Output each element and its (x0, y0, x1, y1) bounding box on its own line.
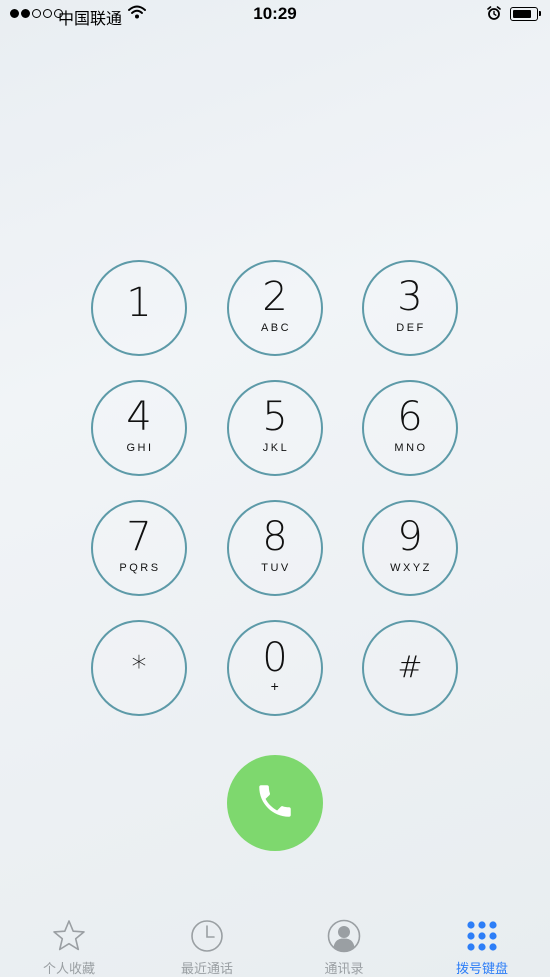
keypad-icon (464, 916, 500, 955)
tab-label: 最近通话 (180, 961, 233, 976)
key-digit: 1 (126, 279, 152, 326)
key-digit: 6 (397, 393, 423, 440)
tab-keypad[interactable]: 拨号键盘 (427, 912, 537, 977)
key-0[interactable]: 0 + (227, 620, 323, 716)
star-icon (51, 916, 87, 955)
tab-bar: 个人收藏 最近通话 通讯录 拨号键盘 (0, 912, 550, 977)
battery-level-fill (513, 10, 531, 18)
key-letters: + (270, 678, 282, 694)
key-4[interactable]: 4 GHI (91, 380, 187, 476)
battery-icon (510, 7, 541, 21)
key-letters: WXYZ (390, 561, 432, 574)
call-button[interactable] (227, 755, 323, 851)
contacts-icon (326, 916, 362, 955)
phone-handset-icon (254, 780, 296, 827)
key-letters: MNO (394, 441, 428, 454)
clock-icon (189, 916, 225, 955)
tab-label: 个人收藏 (42, 961, 95, 976)
key-digit: # (397, 650, 423, 685)
key-digit: 7 (126, 513, 152, 560)
tab-favorites[interactable]: 个人收藏 (14, 912, 124, 977)
tab-recents[interactable]: 最近通话 (152, 912, 262, 977)
key-digit: 2 (262, 273, 288, 320)
key-digit: 3 (397, 273, 423, 320)
key-digit: 5 (262, 393, 288, 440)
key-9[interactable]: 9 WXYZ (362, 500, 458, 596)
key-digit: 9 (397, 513, 423, 560)
key-2[interactable]: 2 ABC (227, 260, 323, 356)
key-star[interactable]: * (91, 620, 187, 716)
key-7[interactable]: 7 PQRS (91, 500, 187, 596)
key-digit: 4 (126, 393, 152, 440)
status-bar: 中国联通 10:29 (0, 0, 550, 30)
key-8[interactable]: 8 TUV (227, 500, 323, 596)
key-1[interactable]: 1 (91, 260, 187, 356)
key-digit: 0 (262, 635, 288, 681)
alarm-clock-icon (487, 6, 501, 26)
key-6[interactable]: 6 MNO (362, 380, 458, 476)
tab-label: 拨号键盘 (455, 961, 508, 976)
key-digit: 8 (262, 513, 288, 560)
key-letters: DEF (396, 321, 426, 334)
key-digit: * (131, 650, 147, 685)
key-letters: PQRS (119, 561, 161, 574)
tab-label: 通讯录 (324, 961, 364, 976)
key-letters: GHI (126, 441, 154, 454)
tab-contacts[interactable]: 通讯录 (289, 912, 399, 977)
key-letters: ABC (260, 321, 292, 334)
key-letters: JKL (262, 441, 290, 454)
key-5[interactable]: 5 JKL (227, 380, 323, 476)
key-3[interactable]: 3 DEF (362, 260, 458, 356)
status-time: 10:29 (253, 4, 297, 23)
key-letters: TUV (261, 561, 291, 574)
key-hash[interactable]: # (362, 620, 458, 716)
